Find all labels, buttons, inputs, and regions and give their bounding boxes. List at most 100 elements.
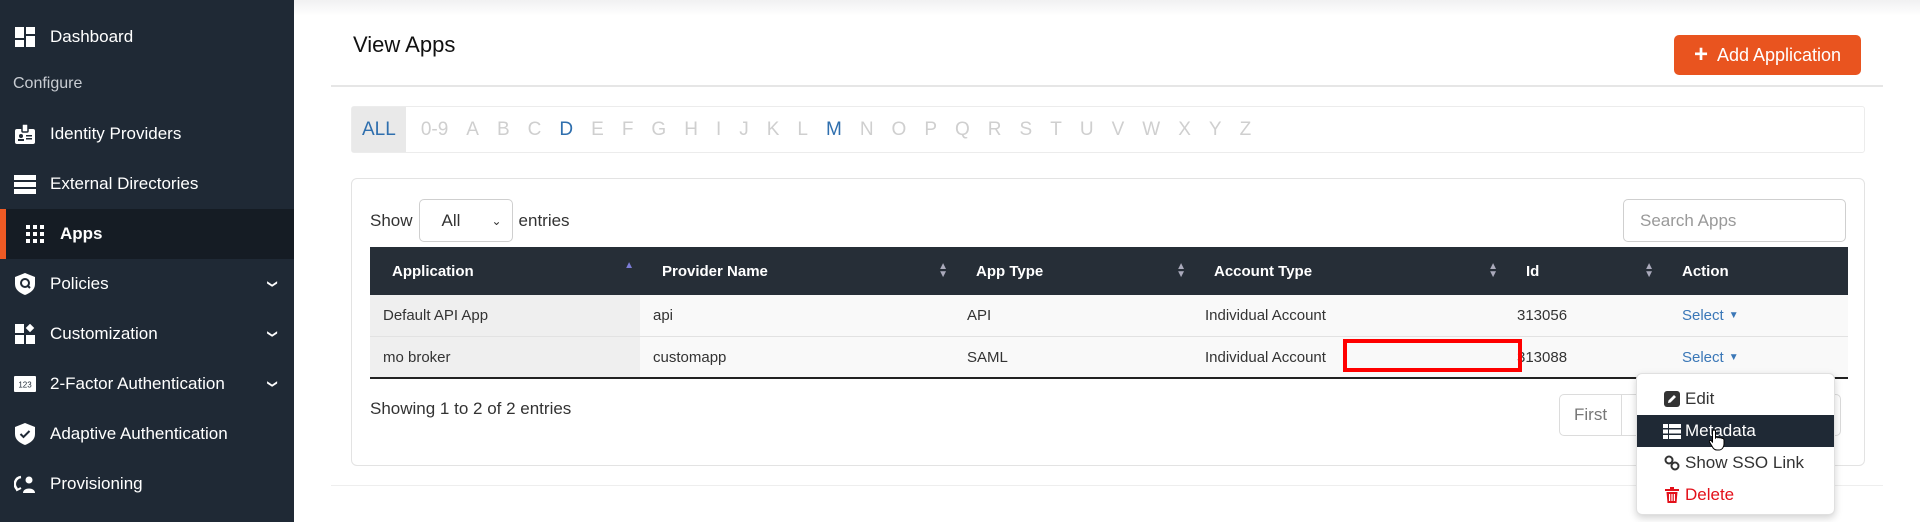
- alpha-filter-f[interactable]: F: [613, 107, 643, 152]
- table-info: Showing 1 to 2 of 2 entries: [370, 399, 572, 418]
- divider: [331, 85, 1883, 87]
- sidebar-item-label: Policies: [50, 274, 109, 293]
- sidebar-item-customization[interactable]: Customization ❯: [0, 309, 294, 359]
- cell-application: mo broker: [370, 337, 640, 377]
- caret-down-icon: ▼: [1728, 310, 1739, 321]
- table-icon: [1663, 423, 1681, 439]
- sidebar-item-label: Customization: [50, 324, 158, 343]
- action-dropdown-menu: Edit Metadata Show SSO Link Delete: [1636, 373, 1835, 515]
- page-size-select[interactable]: All ⌄: [418, 199, 513, 242]
- sidebar-item-label: Adaptive Authentication: [50, 424, 228, 443]
- server-icon: [14, 173, 36, 195]
- menu-item-edit[interactable]: Edit: [1637, 383, 1834, 415]
- edit-icon: [1663, 391, 1681, 407]
- link-icon: [1663, 455, 1681, 471]
- alpha-filter-z[interactable]: Z: [1231, 107, 1261, 152]
- grid-icon: [24, 223, 46, 245]
- alpha-filter-y[interactable]: Y: [1200, 107, 1231, 152]
- sort-icon: ▲ ▼: [1644, 261, 1654, 280]
- chevron-down-icon[interactable]: ❯: [266, 280, 277, 288]
- column-header-account-type[interactable]: Account Type ▲ ▼: [1192, 247, 1504, 295]
- add-application-button[interactable]: + Add Application: [1674, 35, 1861, 75]
- alpha-filter-d[interactable]: D: [550, 107, 582, 152]
- alpha-filter-b[interactable]: B: [488, 107, 519, 152]
- column-header-provider-name[interactable]: Provider Name ▲ ▼: [640, 247, 954, 295]
- sidebar-item-provisioning[interactable]: Provisioning: [0, 459, 294, 509]
- alpha-filter-all[interactable]: ALL: [352, 107, 406, 152]
- alpha-filter-t[interactable]: T: [1041, 107, 1071, 152]
- menu-item-show-sso-link[interactable]: Show SSO Link: [1637, 447, 1834, 479]
- alpha-filter-x[interactable]: X: [1169, 107, 1200, 152]
- sidebar-item-label: Apps: [60, 224, 103, 243]
- apps-table: Application ▲ Provider Name ▲ ▼ App Type …: [370, 247, 1848, 379]
- alpha-filter-a[interactable]: A: [457, 107, 488, 152]
- column-header-application[interactable]: Application ▲: [370, 247, 640, 295]
- alpha-filter-n[interactable]: N: [851, 107, 883, 152]
- pagination-first[interactable]: First: [1560, 395, 1623, 435]
- search-input[interactable]: Search Apps: [1623, 199, 1846, 242]
- cell-action: Select ▼: [1660, 295, 1848, 336]
- alpha-filter-u[interactable]: U: [1071, 107, 1103, 152]
- menu-item-delete[interactable]: Delete: [1637, 479, 1834, 511]
- alpha-filter-l[interactable]: L: [788, 107, 817, 152]
- sidebar-item-dashboard[interactable]: Dashboard: [0, 12, 294, 62]
- alpha-filter-c[interactable]: C: [519, 107, 551, 152]
- action-select-dropdown[interactable]: Select ▼: [1682, 349, 1739, 366]
- alpha-filter-q[interactable]: Q: [946, 107, 979, 152]
- cell-provider: customapp: [653, 348, 727, 366]
- cell-app-type: API: [967, 307, 992, 324]
- sidebar: Dashboard Configure Identity Providers E…: [0, 0, 294, 522]
- sidebar-item-apps[interactable]: Apps: [0, 209, 294, 259]
- alpha-filter-e[interactable]: E: [582, 107, 613, 152]
- action-select-dropdown[interactable]: Select ▼: [1682, 307, 1739, 324]
- column-header-id[interactable]: Id ▲ ▼: [1504, 247, 1660, 295]
- alpha-filter-i[interactable]: I: [707, 107, 730, 152]
- sidebar-item-2fa[interactable]: 123 2-Factor Authentication ❯: [0, 359, 294, 409]
- alpha-filter-0-9[interactable]: 0-9: [412, 107, 457, 152]
- alpha-filter-m[interactable]: M: [817, 107, 851, 152]
- cell-provider: api: [653, 307, 674, 324]
- alpha-filter-w[interactable]: W: [1133, 107, 1169, 152]
- alphabet-filter: ALL 0-9 A B C D E F G H I J K L M N O P …: [351, 106, 1865, 153]
- table-row: Default API App api API Individual Accou…: [370, 295, 1848, 337]
- column-header-action: Action: [1682, 262, 1729, 280]
- sidebar-item-label: 2-Factor Authentication: [50, 374, 225, 393]
- sidebar-item-label: Dashboard: [50, 27, 134, 46]
- alpha-filter-g[interactable]: G: [642, 107, 675, 152]
- cell-account-type: Individual Account: [1205, 307, 1326, 324]
- cell-action: Select ▼: [1660, 337, 1848, 377]
- chevron-down-icon[interactable]: ❯: [266, 380, 277, 388]
- sidebar-item-adaptive-authentication[interactable]: Adaptive Authentication: [0, 409, 294, 459]
- alpha-filter-p[interactable]: P: [915, 107, 946, 152]
- alpha-filter-j[interactable]: J: [730, 107, 758, 152]
- cell-id: 313088: [1517, 348, 1568, 366]
- plus-icon: +: [1693, 41, 1708, 68]
- menu-item-metadata[interactable]: Metadata: [1637, 415, 1834, 447]
- alpha-filter-v[interactable]: V: [1103, 107, 1134, 152]
- alpha-filter-h[interactable]: H: [675, 107, 707, 152]
- sidebar-item-external-directories[interactable]: External Directories: [0, 159, 294, 209]
- sort-icon: ▲ ▼: [1176, 261, 1186, 280]
- alpha-filter-k[interactable]: K: [758, 107, 789, 152]
- user-sync-icon: [14, 473, 36, 495]
- alpha-filter-r[interactable]: R: [979, 107, 1011, 152]
- cell-application: Default API App: [370, 295, 640, 336]
- sidebar-item-identity-providers[interactable]: Identity Providers: [0, 109, 294, 159]
- sort-icon: ▲ ▼: [1488, 261, 1498, 280]
- sidebar-item-label: Identity Providers: [50, 124, 182, 143]
- alpha-filter-o[interactable]: O: [883, 107, 916, 152]
- numbers-123-icon: 123: [14, 373, 36, 395]
- cell-id: 313056: [1517, 307, 1568, 324]
- highlight-box: [1343, 339, 1522, 372]
- sort-asc-icon: ▲: [624, 260, 634, 272]
- column-header-app-type[interactable]: App Type ▲ ▼: [954, 247, 1192, 295]
- sidebar-section-heading: Configure: [13, 75, 83, 92]
- shield-search-icon: [14, 273, 36, 295]
- sidebar-item-policies[interactable]: Policies ❯: [0, 259, 294, 309]
- chevron-down-icon: ⌄: [491, 213, 502, 228]
- alpha-filter-s[interactable]: S: [1011, 107, 1042, 152]
- sidebar-item-label: Provisioning: [50, 474, 143, 493]
- sidebar-item-label: External Directories: [50, 174, 199, 193]
- dashboard-icon: [14, 26, 36, 48]
- chevron-down-icon[interactable]: ❯: [266, 330, 277, 338]
